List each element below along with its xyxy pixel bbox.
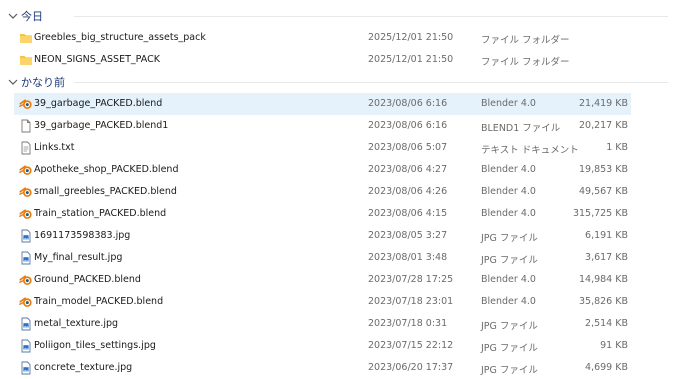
file-row[interactable]: Apotheke_shop_PACKED.blend 2023/08/06 4:2…: [14, 159, 631, 181]
file-size: 315,725 KB: [572, 208, 628, 219]
blender-icon: [19, 295, 33, 309]
blender-icon: [19, 97, 33, 111]
text-file-icon: [19, 141, 33, 155]
file-row[interactable]: Poliigon_tiles_settings.jpg 2023/07/15 22…: [14, 335, 631, 357]
file-name: Train_model_PACKED.blend: [34, 296, 164, 307]
file-name: Apotheke_shop_PACKED.blend: [34, 164, 179, 175]
file-date: 2023/08/06 6:16: [368, 120, 448, 131]
file-size: 49,567 KB: [578, 186, 628, 197]
file-row[interactable]: Train_model_PACKED.blend 2023/07/18 23:01…: [14, 291, 631, 313]
file-date: 2023/08/05 3:27: [368, 230, 448, 241]
file-name: metal_texture.jpg: [34, 318, 119, 329]
file-row[interactable]: Ground_PACKED.blend 2023/07/28 17:25 Blend…: [14, 269, 631, 291]
group-divider: [74, 16, 668, 17]
file-type: Blender 4.0: [481, 296, 536, 307]
file-name: Train_station_PACKED.blend: [34, 208, 167, 219]
file-size: 1 KB: [606, 142, 628, 153]
file-size: 14,984 KB: [578, 274, 628, 285]
file-type: JPG ファイル: [481, 255, 538, 266]
image-file-icon: [19, 251, 33, 265]
file-row[interactable]: Links.txt 2023/08/06 5:07 テキスト ドキュメント 1 KB: [14, 137, 631, 159]
file-name: NEON_SIGNS_ASSET_PACK: [34, 54, 160, 65]
file-name: small_greebles_PACKED.blend: [34, 186, 177, 197]
image-file-icon: [19, 317, 33, 331]
group-title: 今日: [21, 10, 43, 23]
file-name: Links.txt: [34, 142, 75, 153]
file-date: 2025/12/01 21:50: [368, 54, 454, 65]
blender-icon: [19, 163, 33, 177]
file-date: 2023/07/15 22:12: [368, 340, 454, 351]
file-row[interactable]: concrete_texture.jpg 2023/06/20 17:37 JPG …: [14, 357, 631, 379]
file-type: JPG ファイル: [481, 321, 538, 332]
file-type: JPG ファイル: [481, 365, 538, 376]
file-size: 4,699 KB: [585, 362, 628, 373]
file-date: 2023/07/28 17:25: [368, 274, 454, 285]
file-date: 2023/08/06 4:15: [368, 208, 448, 219]
blender-icon: [19, 273, 33, 287]
file-row[interactable]: 39_garbage_PACKED.blend 2023/08/06 6:16 Bl…: [14, 93, 631, 115]
file-name: Greebles_big_structure_assets_pack: [34, 32, 206, 43]
file-type: テキスト ドキュメント: [481, 145, 579, 156]
group-divider: [74, 82, 668, 83]
file-row[interactable]: NEON_SIGNS_ASSET_PACK 2025/12/01 21:50 ファイ…: [14, 49, 631, 71]
file-date: 2023/07/18 23:01: [368, 296, 454, 307]
chevron-down-icon[interactable]: [8, 78, 18, 86]
file-size: 91 KB: [600, 340, 628, 351]
file-type: Blender 4.0: [481, 208, 536, 219]
file-date: 2023/06/20 17:37: [368, 362, 454, 373]
file-date: 2023/08/06 6:16: [368, 98, 448, 109]
file-type: JPG ファイル: [481, 343, 538, 354]
file-name: 39_garbage_PACKED.blend1: [34, 120, 169, 131]
file-size: 3,617 KB: [585, 252, 628, 263]
file-type: BLEND1 ファイル: [481, 123, 561, 134]
file-row[interactable]: Train_station_PACKED.blend 2023/08/06 4:1…: [14, 203, 631, 225]
file-size: 35,826 KB: [578, 296, 628, 307]
file-type: Blender 4.0: [481, 274, 536, 285]
group-header[interactable]: 今日: [0, 5, 680, 27]
file-date: 2023/08/01 3:48: [368, 252, 448, 263]
file-size: 20,217 KB: [578, 120, 628, 131]
file-type: JPG ファイル: [481, 233, 538, 244]
file-name: 1691173598383.jpg: [34, 230, 131, 241]
file-size: 6,191 KB: [585, 230, 628, 241]
file-row[interactable]: metal_texture.jpg 2023/07/18 0:31 JPG ファイル…: [14, 313, 631, 335]
file-type: Blender 4.0: [481, 164, 536, 175]
file-size: 19,853 KB: [578, 164, 628, 175]
file-type: ファイル フォルダー: [481, 57, 570, 68]
file-type: Blender 4.0: [481, 186, 536, 197]
group-title: かなり前: [21, 76, 65, 89]
file-name: concrete_texture.jpg: [34, 362, 133, 373]
file-row[interactable]: 39_garbage_PACKED.blend1 2023/08/06 6:16 B…: [14, 115, 631, 137]
chevron-down-icon[interactable]: [8, 12, 18, 20]
group-header[interactable]: かなり前: [0, 71, 680, 93]
file-date: 2025/12/01 21:50: [368, 32, 454, 43]
file-row[interactable]: 1691173598383.jpg 2023/08/05 3:27 JPG ファイル…: [14, 225, 631, 247]
file-name: Ground_PACKED.blend: [34, 274, 141, 285]
file-size: 2,514 KB: [585, 318, 628, 329]
file-date: 2023/08/06 5:07: [368, 142, 448, 153]
file-name: My_final_result.jpg: [34, 252, 123, 263]
folder-icon: [19, 53, 33, 67]
file-name: Poliigon_tiles_settings.jpg: [34, 340, 156, 351]
blender-icon: [19, 185, 33, 199]
file-size: 21,419 KB: [578, 98, 628, 109]
blender-icon: [19, 207, 33, 221]
folder-icon: [19, 31, 33, 45]
file-date: 2023/08/06 4:26: [368, 186, 448, 197]
file-name: 39_garbage_PACKED.blend: [34, 98, 163, 109]
image-file-icon: [19, 229, 33, 243]
file-type: ファイル フォルダー: [481, 35, 570, 46]
image-file-icon: [19, 339, 33, 353]
file-date: 2023/07/18 0:31: [368, 318, 448, 329]
file-row[interactable]: My_final_result.jpg 2023/08/01 3:48 JPG ファ…: [14, 247, 631, 269]
image-file-icon: [19, 361, 33, 375]
file-date: 2023/08/06 4:27: [368, 164, 448, 175]
file-icon: [19, 119, 33, 133]
file-row[interactable]: small_greebles_PACKED.blend 2023/08/06 4:…: [14, 181, 631, 203]
file-row[interactable]: Greebles_big_structure_assets_pack 2025/1…: [14, 27, 631, 49]
file-type: Blender 4.0: [481, 98, 536, 109]
